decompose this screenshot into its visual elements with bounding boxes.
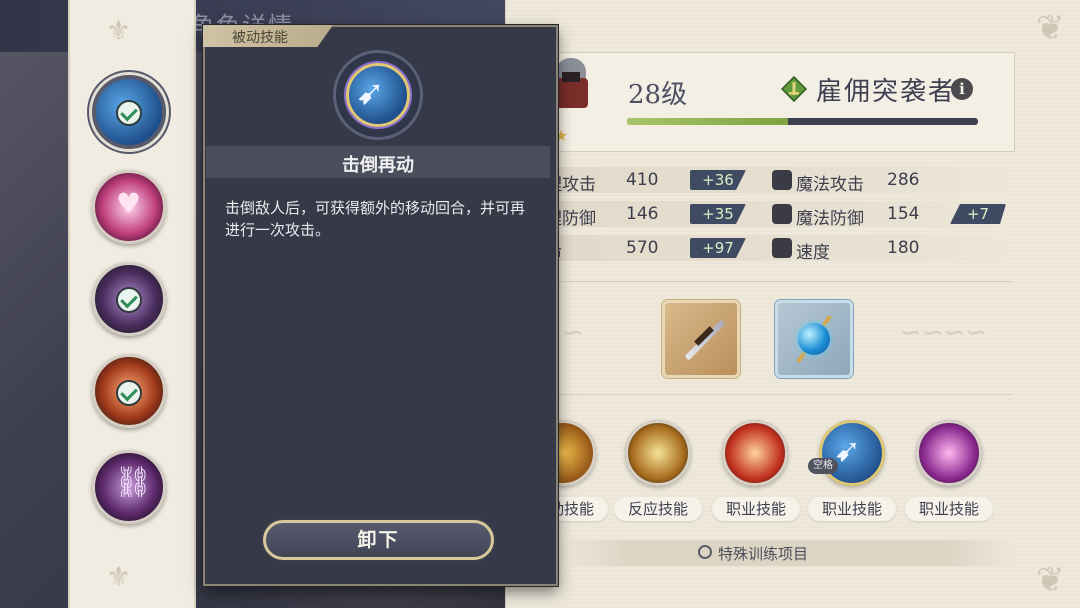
orb-icon bbox=[798, 323, 830, 355]
skill-slot-class-2[interactable]: ➹ bbox=[819, 420, 885, 486]
runner-icon: ➹ bbox=[356, 73, 385, 113]
equipped-check-icon bbox=[116, 380, 142, 406]
fleur-ornament-icon: ⚜ bbox=[106, 14, 132, 47]
magnifier-icon bbox=[698, 545, 712, 559]
divider bbox=[535, 394, 1013, 395]
special-training-label[interactable]: 特殊训练项目 bbox=[718, 543, 808, 564]
skill-label-class-1: 职业技能 bbox=[712, 497, 800, 521]
empty-slot-tag: 空格 bbox=[808, 458, 838, 474]
key-icon bbox=[772, 170, 792, 190]
boot-icon bbox=[772, 238, 792, 258]
popup-tab-label: 被动技能 bbox=[232, 30, 288, 46]
stat-value-hp: 570 bbox=[626, 238, 659, 258]
stat-label-magic-defense: 魔法防御 bbox=[796, 209, 864, 229]
experience-bar bbox=[627, 118, 978, 125]
stat-label-speed: 速度 bbox=[796, 243, 830, 263]
experience-bar-fill bbox=[627, 118, 789, 125]
unequip-button[interactable]: 卸下 bbox=[263, 520, 494, 560]
chain-icon: ⛓ bbox=[114, 465, 153, 500]
stat-value-magic-attack: 286 bbox=[887, 170, 920, 190]
heart-icon: ♥ bbox=[116, 187, 142, 220]
equipment-slot-accessory[interactable] bbox=[775, 300, 853, 378]
class-emblem-icon bbox=[781, 76, 807, 102]
stat-label-magic-attack: 魔法攻击 bbox=[796, 175, 864, 195]
filigree-ornament-icon: ∽∽∽∽ bbox=[900, 318, 988, 348]
skill-label-class-2: 职业技能 bbox=[808, 497, 896, 521]
skill-slot-class-1[interactable] bbox=[722, 420, 788, 486]
equipped-check-icon bbox=[116, 287, 142, 313]
class-name: 雇佣突袭者 bbox=[816, 77, 957, 107]
stat-value-physical-attack: 410 bbox=[626, 170, 659, 190]
info-icon[interactable]: i bbox=[951, 78, 973, 100]
skill-description: 击倒敌人后，可获得额外的移动回合，并可再进行一次攻击。 bbox=[225, 199, 526, 239]
equipment-slot-weapon[interactable] bbox=[662, 300, 740, 378]
divider bbox=[535, 281, 1013, 282]
skill-label-reaction: 反应技能 bbox=[614, 497, 702, 521]
stat-value-physical-defense: 146 bbox=[626, 204, 659, 224]
character-level: 28级 bbox=[628, 80, 688, 110]
corner-ornament-icon: ❦ bbox=[1036, 8, 1065, 48]
runner-icon: ➹ bbox=[834, 431, 861, 469]
stat-value-magic-defense: 154 bbox=[887, 204, 920, 224]
corner-ornament-icon: ❦ bbox=[1036, 560, 1065, 600]
skill-slot-class-3[interactable] bbox=[916, 420, 982, 486]
wizard-hat-icon bbox=[772, 204, 792, 224]
skill-slot-reaction[interactable] bbox=[625, 420, 691, 486]
skill-title: 击倒再动 bbox=[342, 155, 414, 176]
equipped-check-icon bbox=[116, 100, 142, 126]
sword-icon bbox=[684, 319, 726, 361]
stat-value-speed: 180 bbox=[887, 238, 920, 258]
skill-label-class-3: 职业技能 bbox=[905, 497, 993, 521]
fleur-ornament-icon: ⚜ bbox=[106, 560, 132, 593]
